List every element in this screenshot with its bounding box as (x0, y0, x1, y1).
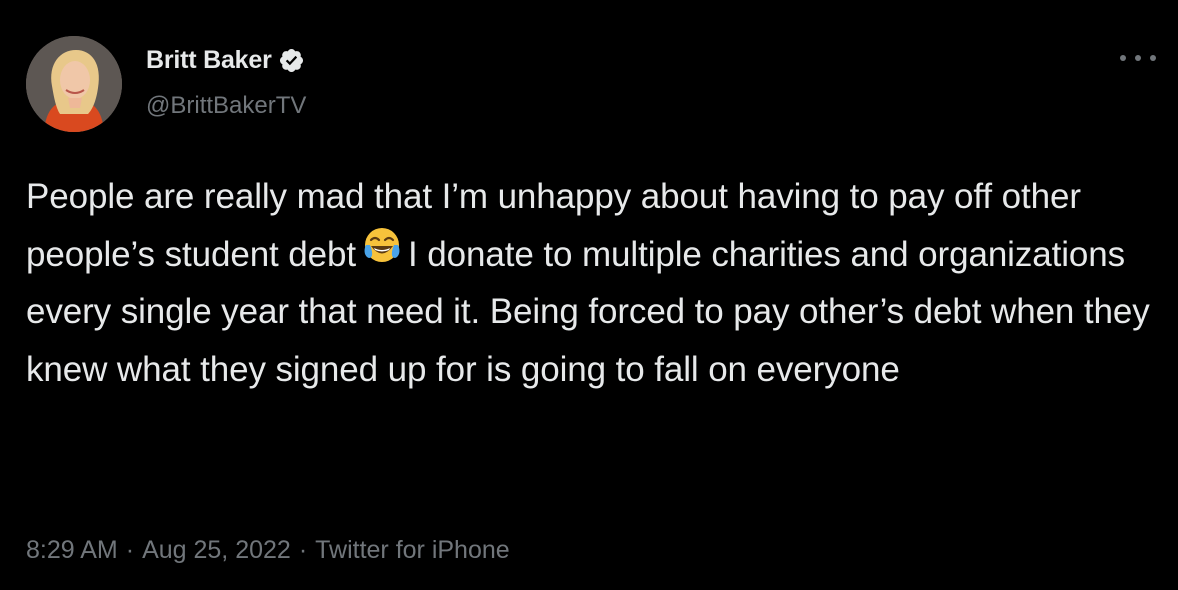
tweet-source[interactable]: Twitter for iPhone (315, 536, 510, 564)
more-dot (1135, 55, 1141, 61)
tweet-metadata: 8:29 AM · Aug 25, 2022 · Twitter for iPhone (26, 536, 510, 565)
author-name-row: Britt Baker (146, 46, 305, 75)
more-dot (1150, 55, 1156, 61)
more-options-icon[interactable] (1120, 46, 1156, 70)
meta-separator: · (298, 536, 308, 564)
author-display-name[interactable]: Britt Baker (146, 46, 272, 75)
tweet-date[interactable]: Aug 25, 2022 (142, 536, 291, 564)
verified-badge-icon (278, 47, 305, 74)
tweet-text: People are really mad that I’m unhappy a… (26, 168, 1166, 398)
tweet-card: Britt Baker @BrittBakerTV People are rea… (0, 0, 1178, 590)
avatar[interactable] (26, 36, 122, 132)
more-dot (1120, 55, 1126, 61)
author-handle[interactable]: @BrittBakerTV (146, 92, 306, 120)
face-with-tears-of-joy-icon (362, 225, 402, 283)
avatar-photo (26, 36, 122, 132)
meta-separator: · (125, 536, 135, 564)
tweet-time[interactable]: 8:29 AM (26, 536, 118, 564)
